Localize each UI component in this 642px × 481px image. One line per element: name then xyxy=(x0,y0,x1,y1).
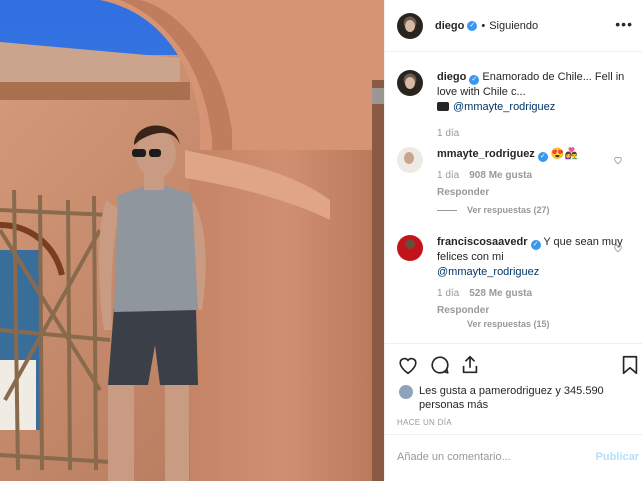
following-button[interactable]: Siguiendo xyxy=(489,20,538,32)
view-replies-button[interactable]: Ver respuestas (27) xyxy=(437,205,550,215)
share-icon[interactable] xyxy=(459,354,481,376)
post-sidebar: diego ✓ • Siguiendo ••• diego ✓ Enamorado… xyxy=(384,0,642,481)
author-avatar[interactable] xyxy=(397,70,423,96)
comment-time: 1 día xyxy=(437,170,460,181)
camera-icon xyxy=(437,102,449,111)
comment-username[interactable]: mmayte_rodriguez xyxy=(437,148,535,160)
post-header: diego ✓ • Siguiendo ••• xyxy=(385,0,642,52)
comment-input[interactable] xyxy=(397,451,587,463)
comment-icon[interactable] xyxy=(429,354,451,376)
verified-icon: ✓ xyxy=(530,240,541,250)
comment-form: Publicar xyxy=(385,434,642,481)
likes-summary[interactable]: Les gusta a pamerodriguez y 345.590 pers… xyxy=(399,384,639,412)
caption-username[interactable]: diego xyxy=(437,71,466,83)
view-replies-label: Ver respuestas (15) xyxy=(467,319,550,329)
author-username[interactable]: diego xyxy=(435,20,464,32)
reply-button[interactable]: Responder xyxy=(437,185,627,200)
view-replies-button[interactable]: Ver respuestas (15) xyxy=(437,319,550,329)
more-options-icon[interactable]: ••• xyxy=(615,16,633,32)
commenter-avatar[interactable] xyxy=(397,147,423,173)
post-time: HACE UN DÍA xyxy=(397,418,452,427)
caption-time: 1 día xyxy=(437,128,460,139)
commenter-avatar[interactable] xyxy=(397,235,423,261)
comment-likes[interactable]: 908 Me gusta xyxy=(469,170,532,181)
reply-button[interactable]: Responder xyxy=(437,303,627,318)
comment-username[interactable]: franciscosaavedr xyxy=(437,236,528,248)
comment-likes[interactable]: 528 Me gusta xyxy=(469,288,532,299)
verified-icon: ✓ xyxy=(467,20,478,31)
like-comment-heart-icon[interactable] xyxy=(613,155,623,165)
post-image xyxy=(0,0,384,481)
separator-dot: • xyxy=(481,19,486,32)
likes-text: Les gusta a pamerodriguez y 345.590 pers… xyxy=(419,385,604,411)
mention-link[interactable]: @mmayte_rodriguez xyxy=(437,266,539,278)
divider-line xyxy=(437,209,457,211)
bookmark-icon[interactable] xyxy=(619,354,641,376)
comment-time: 1 día xyxy=(437,288,460,299)
verified-icon: ✓ xyxy=(537,152,548,162)
verified-icon: ✓ xyxy=(469,75,480,85)
like-comment-heart-icon[interactable] xyxy=(613,243,623,253)
liker-avatar xyxy=(399,385,413,399)
comments-list[interactable]: diego ✓ Enamorado de Chile... Fell in lov… xyxy=(385,53,642,343)
comment-text: 😍👩‍❤️‍👨 xyxy=(550,148,579,160)
heart-icon[interactable] xyxy=(397,354,419,376)
author-avatar[interactable] xyxy=(397,12,423,39)
action-icons xyxy=(397,354,638,376)
view-replies-label: Ver respuestas (27) xyxy=(467,205,550,215)
tagged-user-link[interactable]: @mmayte_rodriguez xyxy=(453,101,555,113)
post-actions: Les gusta a pamerodriguez y 345.590 pers… xyxy=(385,343,642,481)
publish-button[interactable]: Publicar xyxy=(596,451,639,463)
post-photo[interactable] xyxy=(0,0,384,481)
